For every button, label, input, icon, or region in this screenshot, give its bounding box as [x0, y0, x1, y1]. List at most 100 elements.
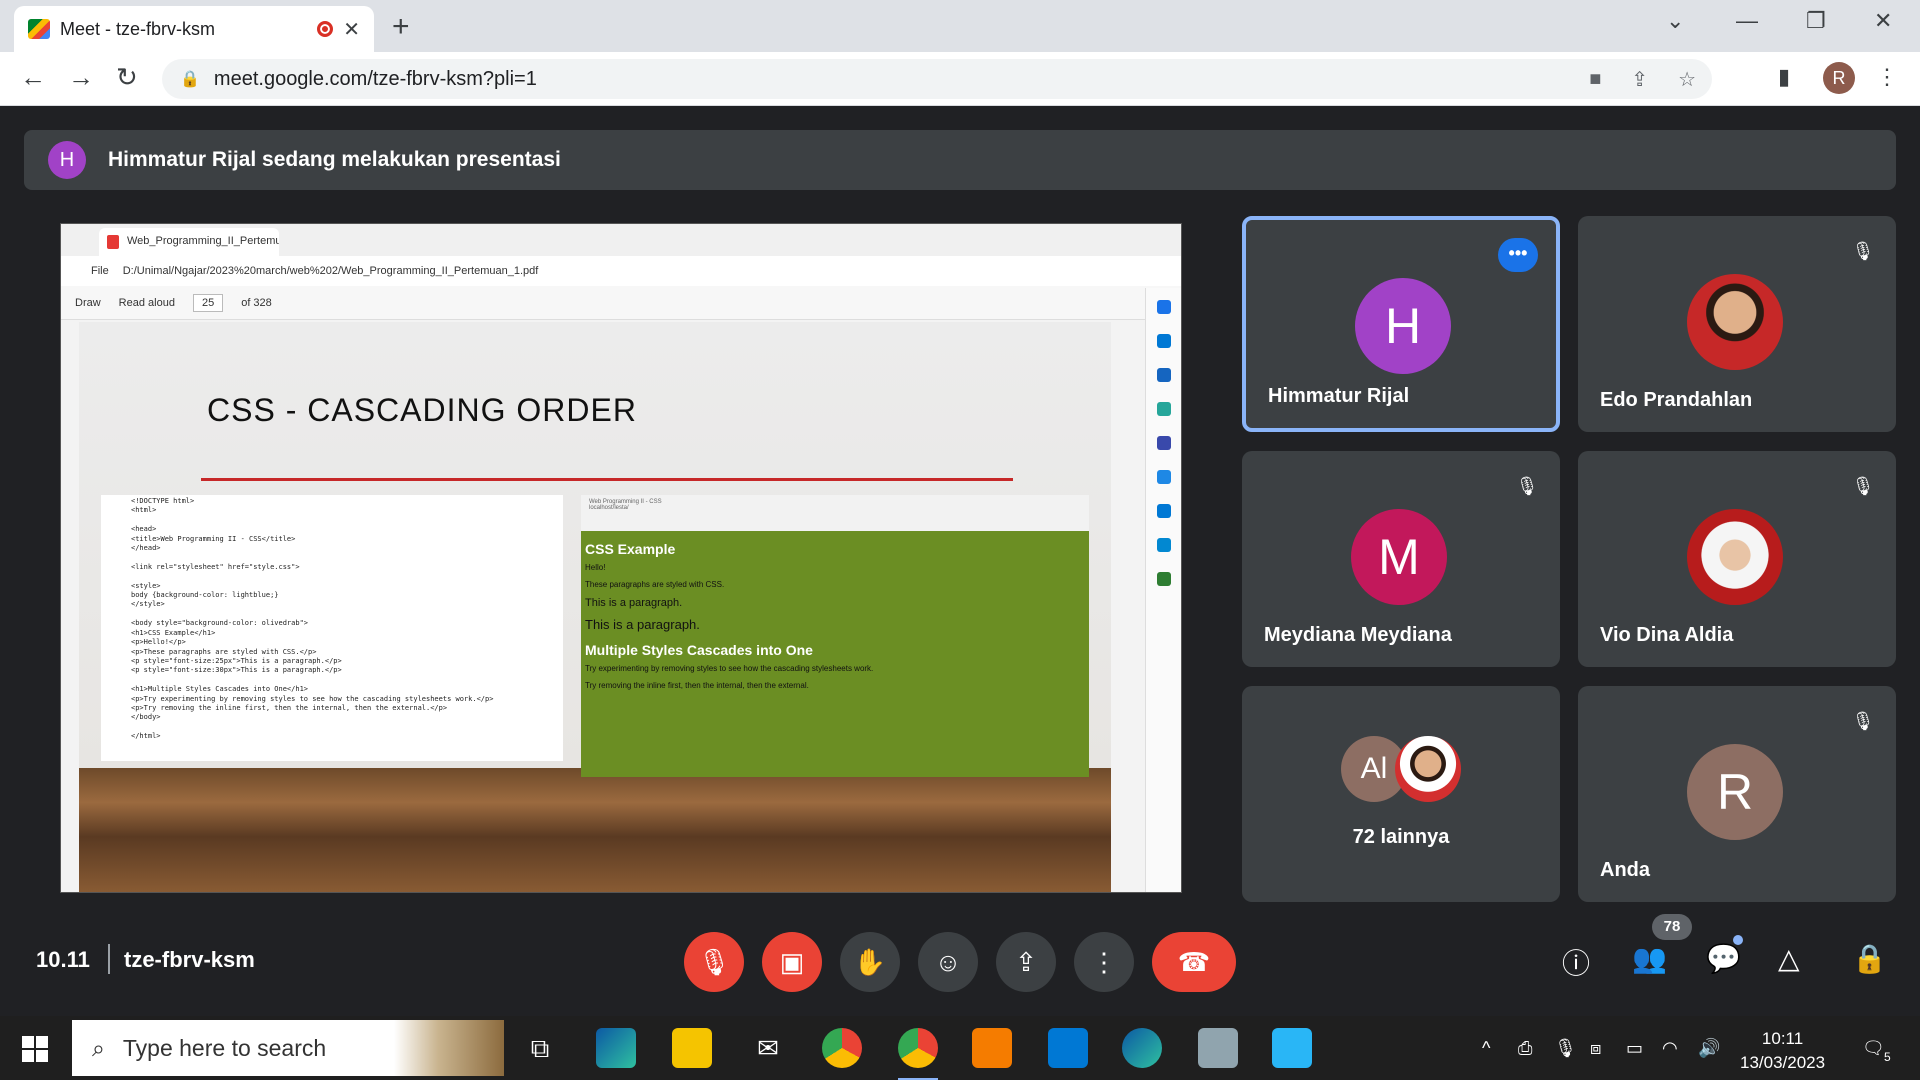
- battery-icon[interactable]: ▭: [1626, 1038, 1643, 1059]
- shared-file-label: File: [91, 265, 109, 277]
- sidebar-office-icon: [1156, 470, 1171, 484]
- mail-icon[interactable]: ✉: [748, 1028, 788, 1068]
- meet-now-icon[interactable]: ⎙: [1518, 1038, 1532, 1059]
- tab-search-icon[interactable]: ⌄: [1666, 8, 1684, 34]
- show-hidden-icons-icon[interactable]: ^: [1482, 1038, 1490, 1059]
- emoji-icon[interactable]: ☺: [918, 932, 978, 992]
- code-line: </html>: [131, 732, 161, 741]
- activities-icon[interactable]: △: [1778, 942, 1800, 975]
- chrome-profile-icon[interactable]: [898, 1028, 938, 1068]
- info-icon[interactable]: ⓘ: [1562, 942, 1590, 982]
- participant-tile-self[interactable]: 🎙 R Anda: [1578, 686, 1896, 902]
- code-screenshot: <!DOCTYPE html> <html> <head> <title>Web P…: [101, 495, 563, 761]
- hang-up-icon[interactable]: ☎: [1152, 932, 1236, 992]
- mic-off-icon[interactable]: 🎙: [684, 932, 744, 992]
- forward-icon[interactable]: →: [68, 62, 94, 93]
- participant-tile-meydiana[interactable]: 🎙 M Meydiana Meydiana: [1242, 451, 1560, 667]
- new-tab-button[interactable]: +: [392, 10, 410, 44]
- control-panel-icon[interactable]: [1272, 1028, 1312, 1068]
- preview-h2: Multiple Styles Cascades into One: [585, 642, 813, 658]
- sidebar-tools-icon: [1156, 402, 1171, 416]
- participant-name: Anda: [1600, 859, 1650, 881]
- people-icon[interactable]: 👥: [1632, 942, 1667, 975]
- camera-off-icon[interactable]: ▣: [762, 932, 822, 992]
- back-icon[interactable]: ←: [20, 62, 46, 93]
- search-decoration: [394, 1020, 504, 1076]
- volume-icon[interactable]: 🔊: [1698, 1038, 1720, 1059]
- microphone-icon[interactable]: 🎙: [1554, 1038, 1577, 1059]
- profile-avatar[interactable]: R: [1823, 62, 1855, 94]
- code-line: <link rel="stylesheet" href="style.css">: [131, 562, 300, 571]
- others-photo: [1395, 736, 1461, 802]
- shared-address-bar: File D:/Unimal/Ngajar/2023%20march/web%2…: [61, 256, 1181, 286]
- shared-browser-tab: Web_Programming_II_Pertemuan: [99, 228, 279, 256]
- vscode-icon[interactable]: [1048, 1028, 1088, 1068]
- menu-icon[interactable]: ⋮: [1876, 64, 1898, 90]
- edge-dev-icon[interactable]: [1122, 1028, 1162, 1068]
- screen-tool-icon[interactable]: [1198, 1028, 1238, 1068]
- code-line: <h1>Multiple Styles Cascades into One</h…: [131, 685, 309, 694]
- avatar: M: [1351, 509, 1447, 605]
- wifi-icon[interactable]: ◠: [1662, 1038, 1678, 1059]
- taskbar-search[interactable]: ⌕ Type here to search: [72, 1020, 504, 1076]
- sidebar-search-icon: [1156, 300, 1171, 314]
- address-bar[interactable]: 🔒 meet.google.com/tze-fbrv-ksm?pli=1 ■ ⇪…: [162, 59, 1712, 99]
- xampp-icon[interactable]: [972, 1028, 1012, 1068]
- chat-icon[interactable]: 💬: [1706, 942, 1741, 975]
- recording-indicator-icon: [317, 21, 334, 37]
- code-line: </body>: [131, 713, 161, 722]
- mic-muted-icon: 🎙: [1851, 711, 1875, 731]
- participant-tile-himmatur[interactable]: ••• H Himmatur Rijal: [1242, 216, 1560, 432]
- restore-icon[interactable]: ❐: [1806, 8, 1826, 34]
- code-line: <p style="font-size:30px">This is a para…: [131, 666, 342, 675]
- search-icon: ⌕: [92, 1034, 105, 1061]
- participant-tile-vio[interactable]: 🎙 Vio Dina Aldia: [1578, 451, 1896, 667]
- sidebar-games-icon: [1156, 436, 1171, 450]
- pdf-icon: [107, 235, 119, 249]
- sidebar-tree-icon: [1156, 572, 1171, 586]
- slide-divider: [201, 478, 1013, 481]
- raise-hand-icon[interactable]: ✋: [840, 932, 900, 992]
- star-icon[interactable]: ☆: [1678, 67, 1696, 92]
- task-view-icon[interactable]: ⧉: [520, 1028, 560, 1068]
- pdf-page-total: of 328: [241, 296, 272, 309]
- windows-taskbar: ⌕ Type here to search ⧉ ✉ ^ ⎙ 🎙 ⧈ ▭ ◠ 🔊 …: [0, 1016, 1920, 1080]
- present-icon[interactable]: ⇪: [996, 932, 1056, 992]
- more-options-icon[interactable]: •••: [1498, 238, 1538, 272]
- edge-icon[interactable]: [596, 1028, 636, 1068]
- edge-sidebar: [1145, 288, 1181, 892]
- capture-icon[interactable]: ⧈: [1590, 1038, 1601, 1059]
- reload-icon[interactable]: ↻: [116, 62, 138, 93]
- code-line: <style>: [131, 581, 161, 590]
- taskbar-clock[interactable]: 10:11 13/03/2023: [1740, 1027, 1825, 1075]
- minimize-icon[interactable]: —: [1736, 8, 1758, 34]
- browser-tab-strip: Meet - tze-fbrv-ksm ✕ + ⌄ — ❐ ✕: [0, 0, 1920, 52]
- camera-off-icon[interactable]: ■: [1589, 68, 1601, 91]
- participant-name: Himmatur Rijal: [1268, 385, 1410, 407]
- host-controls-icon[interactable]: 🔒: [1852, 942, 1887, 975]
- browser-tab[interactable]: Meet - tze-fbrv-ksm ✕: [14, 6, 374, 52]
- code-line: <p>Try removing the inline first, then t…: [131, 703, 448, 712]
- side-panel-icon[interactable]: ▮: [1778, 64, 1790, 90]
- search-placeholder: Type here to search: [122, 1034, 327, 1061]
- more-icon[interactable]: ⋮: [1074, 932, 1134, 992]
- tab-close-icon[interactable]: ✕: [343, 17, 360, 42]
- participant-tile-others[interactable]: Al 72 lainnya: [1242, 686, 1560, 902]
- participant-tile-edo[interactable]: 🎙 Edo Prandahlan: [1578, 216, 1896, 432]
- sidebar-send-icon: [1156, 538, 1171, 552]
- avatar: H: [1355, 278, 1451, 374]
- file-explorer-icon[interactable]: [672, 1028, 712, 1068]
- windows-start-icon[interactable]: [22, 1036, 48, 1062]
- browser-toolbar: ← → ↻ 🔒 meet.google.com/tze-fbrv-ksm?pli…: [0, 52, 1920, 106]
- code-line: <body style="background-color: olivedrab…: [131, 619, 309, 628]
- notification-center-icon[interactable]: 🗨: [1862, 1038, 1885, 1059]
- window-close-icon[interactable]: ✕: [1874, 8, 1892, 34]
- share-icon[interactable]: ⇪: [1631, 67, 1648, 92]
- chrome-icon[interactable]: [822, 1028, 862, 1068]
- code-line: <!DOCTYPE html>: [131, 497, 195, 505]
- preview-browser-bar: Web Programming II - CSS localhost/lesta…: [581, 495, 1089, 531]
